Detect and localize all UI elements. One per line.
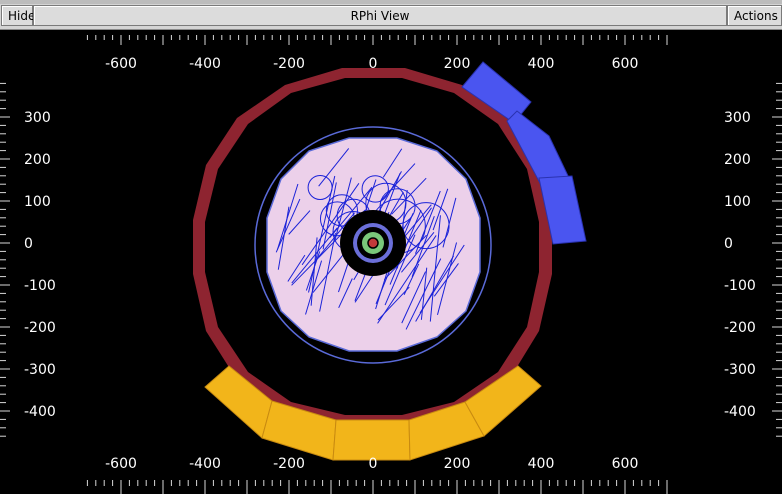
y-tick-label-right: 0 (724, 236, 733, 252)
x-tick-label-top: 600 (612, 56, 639, 72)
y-tick-label-right: 200 (724, 152, 751, 168)
x-tick-label-top: -400 (189, 56, 221, 72)
x-tick-label-bottom: -400 (189, 456, 221, 472)
window-titlebar: Hide RPhi View Actions (0, 0, 782, 30)
bottom-tick-ruler (86, 480, 668, 494)
y-tick-label-left: 0 (24, 236, 33, 252)
y-tick-label-right: -200 (724, 320, 756, 336)
calo-tower (332, 419, 411, 461)
y-tick-label-left: -400 (24, 404, 56, 420)
y-tick-label-left: -200 (24, 320, 56, 336)
y-tick-label-left: 300 (24, 110, 51, 126)
x-tick-label-bottom: 200 (444, 456, 471, 472)
hide-button[interactable]: Hide (1, 5, 35, 26)
top-tick-ruler (86, 35, 668, 45)
x-tick-label-top: -600 (105, 56, 137, 72)
x-tick-label-bottom: -200 (273, 456, 305, 472)
y-tick-label-left: -300 (24, 362, 56, 378)
actions-button[interactable]: Actions (727, 5, 782, 26)
y-tick-label-right: -400 (724, 404, 756, 420)
rphi-event-display[interactable]: -600 -400 -200 0 200 400 600 -600 -400 -200 0 200 4… (0, 31, 782, 494)
vertex-marker (367, 237, 379, 249)
y-tick-label-right: -300 (724, 362, 756, 378)
x-tick-label-bottom: 600 (612, 456, 639, 472)
left-tick-ruler (0, 82, 10, 437)
x-tick-label-top: -200 (273, 56, 305, 72)
bottom-axis-labels: -600 -400 -200 0 200 400 600 (105, 456, 638, 472)
x-tick-label-bottom: 400 (528, 456, 555, 472)
x-tick-label-top: 400 (528, 56, 555, 72)
y-tick-label-right: -100 (724, 278, 756, 294)
x-tick-label-bottom: -600 (105, 456, 137, 472)
x-tick-label-bottom: 0 (369, 456, 378, 472)
y-tick-label-right: 300 (724, 110, 751, 126)
top-axis-labels: -600 -400 -200 0 200 400 600 (105, 56, 638, 72)
right-axis-labels: 300 200 100 0 -100 -200 -300 -400 (724, 110, 756, 420)
view-title: RPhi View (33, 5, 727, 26)
right-tick-ruler (772, 82, 782, 437)
x-tick-label-top: 0 (369, 56, 378, 72)
detector-geometry (193, 68, 552, 425)
x-tick-label-top: 200 (444, 56, 471, 72)
y-tick-label-left: -100 (24, 278, 56, 294)
left-axis-labels: 300 200 100 0 -100 -200 -300 -400 (24, 110, 56, 420)
y-tick-label-right: 100 (724, 194, 751, 210)
y-tick-label-left: 100 (24, 194, 51, 210)
y-tick-label-left: 200 (24, 152, 51, 168)
